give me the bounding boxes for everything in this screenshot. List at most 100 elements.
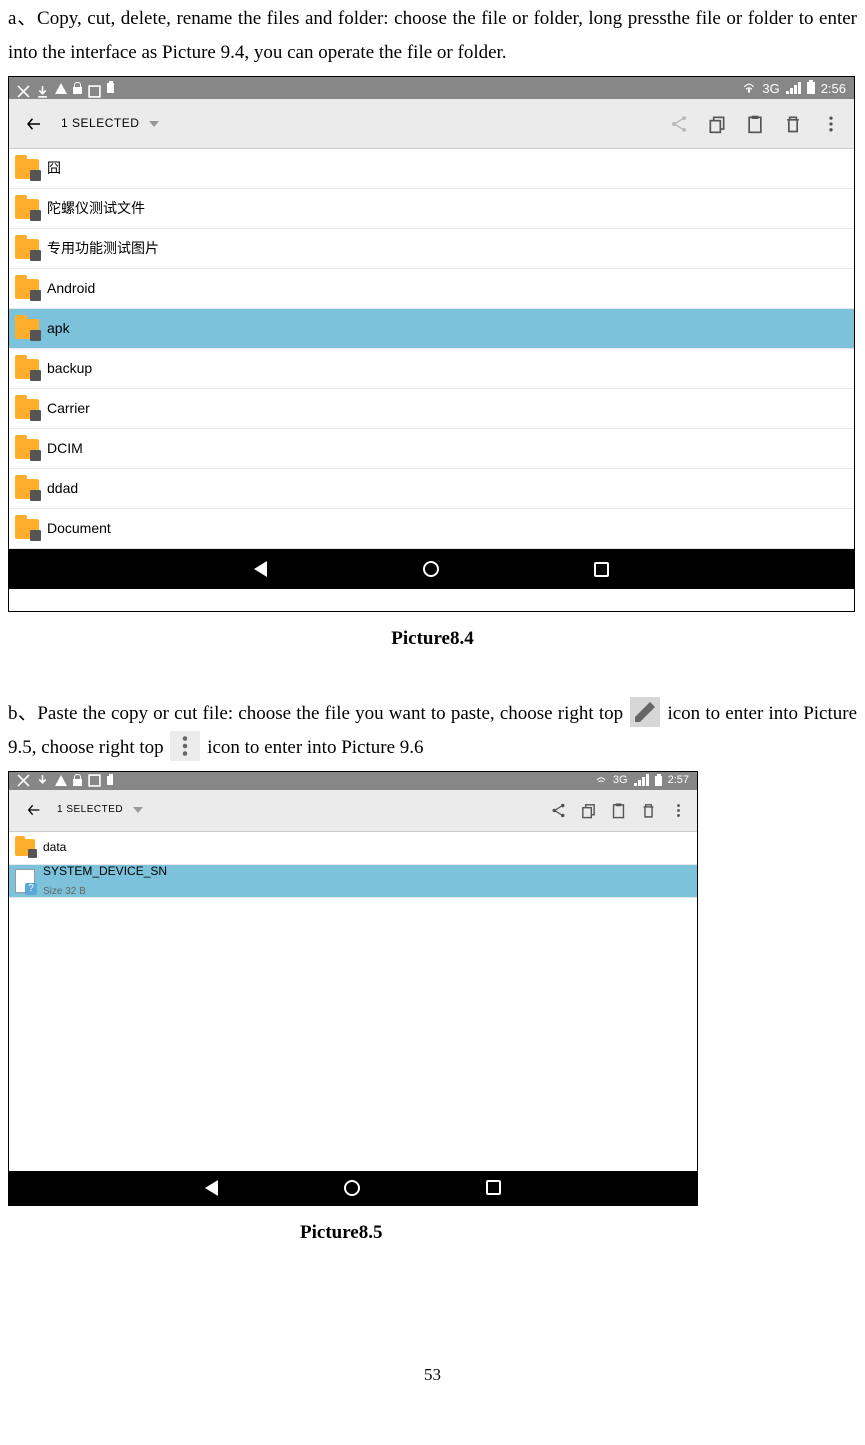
paragraph-a: a、Copy, cut, delete, rename the files an… bbox=[8, 2, 857, 70]
signal-icon bbox=[634, 776, 649, 786]
nav-back-icon[interactable] bbox=[254, 561, 267, 577]
folder-name: 专用功能测试图片 bbox=[47, 236, 159, 261]
copy-icon[interactable] bbox=[698, 102, 736, 146]
nav-home-icon[interactable] bbox=[344, 1180, 360, 1196]
file-row[interactable]: DCIM bbox=[9, 429, 854, 469]
folder-name: Document bbox=[47, 516, 111, 541]
para-b-part3: icon to enter into Picture 9.6 bbox=[207, 737, 423, 758]
folder-name: apk bbox=[47, 316, 70, 341]
nav-recent-icon[interactable] bbox=[594, 562, 609, 577]
back-icon[interactable] bbox=[23, 802, 45, 818]
status-bar: 3G 2:57 bbox=[9, 772, 697, 790]
notif-icon bbox=[36, 82, 49, 95]
item-text: SYSTEM_DEVICE_SNSize 32 B bbox=[43, 861, 167, 902]
file-row[interactable]: backup bbox=[9, 349, 854, 389]
notif-icon bbox=[36, 774, 49, 787]
folder-name: 陀螺仪测试文件 bbox=[47, 196, 145, 221]
notif-icon bbox=[17, 774, 30, 787]
file-row[interactable]: Carrier bbox=[9, 389, 854, 429]
action-bar: 1 SELECTED bbox=[9, 99, 854, 149]
file-row[interactable]: 专用功能测试图片 bbox=[9, 229, 854, 269]
dropdown-icon[interactable] bbox=[133, 807, 143, 813]
paste-icon[interactable] bbox=[736, 102, 774, 146]
file-row[interactable]: 陀螺仪测试文件 bbox=[9, 189, 854, 229]
warning-icon bbox=[55, 775, 67, 786]
pencil-icon bbox=[630, 697, 660, 727]
nav-bar bbox=[9, 1171, 697, 1205]
clock-text: 2:56 bbox=[821, 77, 846, 100]
item-name: SYSTEM_DEVICE_SN bbox=[43, 861, 167, 883]
folder-name: Android bbox=[47, 276, 95, 301]
paste-icon[interactable] bbox=[603, 792, 633, 828]
signal-text: 3G bbox=[762, 77, 779, 100]
folder-name: ddad bbox=[47, 476, 78, 501]
folder-name: backup bbox=[47, 356, 92, 381]
paragraph-b: b、Paste the copy or cut file: choose the… bbox=[8, 697, 857, 765]
item-name: data bbox=[43, 837, 66, 859]
nav-home-icon[interactable] bbox=[423, 561, 439, 577]
item-text: data bbox=[43, 837, 66, 859]
battery-icon bbox=[655, 776, 662, 786]
folder-icon bbox=[15, 359, 39, 379]
action-bar: 1 SELECTED bbox=[9, 790, 697, 832]
file-row[interactable]: ddad bbox=[9, 469, 854, 509]
share-icon[interactable] bbox=[543, 792, 573, 828]
folder-icon bbox=[15, 159, 39, 179]
overflow-icon[interactable] bbox=[663, 792, 693, 828]
folder-icon bbox=[15, 839, 35, 856]
share-icon[interactable] bbox=[660, 102, 698, 146]
battery-small-icon bbox=[107, 83, 114, 93]
folder-icon bbox=[15, 519, 39, 539]
delete-icon[interactable] bbox=[774, 102, 812, 146]
para-b-part1: b、Paste the copy or cut file: choose the… bbox=[8, 703, 623, 724]
folder-icon bbox=[15, 199, 39, 219]
screenshot-picture-8-5: 3G 2:57 1 SELECTED dataSYSTEM_DEVICE_SNS… bbox=[8, 771, 698, 1206]
file-list: data SYSTEM_DEVICE_SNSize 32 B bbox=[9, 832, 697, 898]
status-bar: 3G 2:56 bbox=[9, 77, 854, 99]
signal-text: 3G bbox=[613, 771, 628, 791]
folder-icon bbox=[15, 479, 39, 499]
folder-icon bbox=[15, 399, 39, 419]
file-row[interactable]: Document bbox=[9, 509, 854, 549]
wifi-icon bbox=[742, 81, 756, 95]
folder-name: DCIM bbox=[47, 436, 83, 461]
folder-icon bbox=[15, 239, 39, 259]
notif-icon bbox=[88, 82, 101, 95]
selection-count: 1 SELECTED bbox=[57, 801, 123, 819]
screenshot-picture-8-4: 3G 2:56 1 SELECTED 囧陀螺仪测试文件专用功能测试图片And bbox=[8, 76, 855, 612]
overflow-menu-icon bbox=[170, 731, 200, 761]
caption-8-4: Picture8.4 bbox=[8, 622, 857, 656]
clock-text: 2:57 bbox=[668, 771, 689, 791]
file-icon bbox=[15, 869, 35, 893]
lock-icon bbox=[73, 87, 82, 94]
folder-name: 囧 bbox=[47, 156, 61, 181]
file-list: 囧陀螺仪测试文件专用功能测试图片 Android apk backup Carrier D… bbox=[9, 149, 854, 549]
page-number: 53 bbox=[8, 1360, 857, 1391]
dropdown-icon[interactable] bbox=[149, 121, 159, 127]
warning-icon bbox=[55, 83, 67, 94]
file-row[interactable]: SYSTEM_DEVICE_SNSize 32 B bbox=[9, 865, 697, 898]
folder-icon bbox=[15, 279, 39, 299]
empty-area bbox=[9, 898, 697, 1171]
overflow-icon[interactable] bbox=[812, 102, 850, 146]
notif-icon bbox=[88, 774, 101, 787]
battery-small-icon bbox=[107, 776, 113, 785]
file-row[interactable]: apk bbox=[9, 309, 854, 349]
file-row[interactable]: 囧 bbox=[9, 149, 854, 189]
file-row[interactable]: Android bbox=[9, 269, 854, 309]
selection-count: 1 SELECTED bbox=[61, 113, 139, 135]
wifi-icon bbox=[595, 775, 607, 787]
battery-icon bbox=[807, 82, 815, 94]
signal-icon bbox=[786, 82, 801, 94]
folder-icon bbox=[15, 319, 39, 339]
delete-icon[interactable] bbox=[633, 792, 663, 828]
nav-back-icon[interactable] bbox=[205, 1180, 218, 1196]
copy-icon[interactable] bbox=[573, 792, 603, 828]
nav-recent-icon[interactable] bbox=[486, 1180, 501, 1195]
folder-name: Carrier bbox=[47, 396, 90, 421]
back-icon[interactable] bbox=[23, 115, 45, 133]
notif-icon bbox=[17, 82, 30, 95]
nav-bar bbox=[9, 549, 854, 589]
folder-icon bbox=[15, 439, 39, 459]
caption-8-5: Picture8.5 bbox=[8, 1216, 857, 1250]
